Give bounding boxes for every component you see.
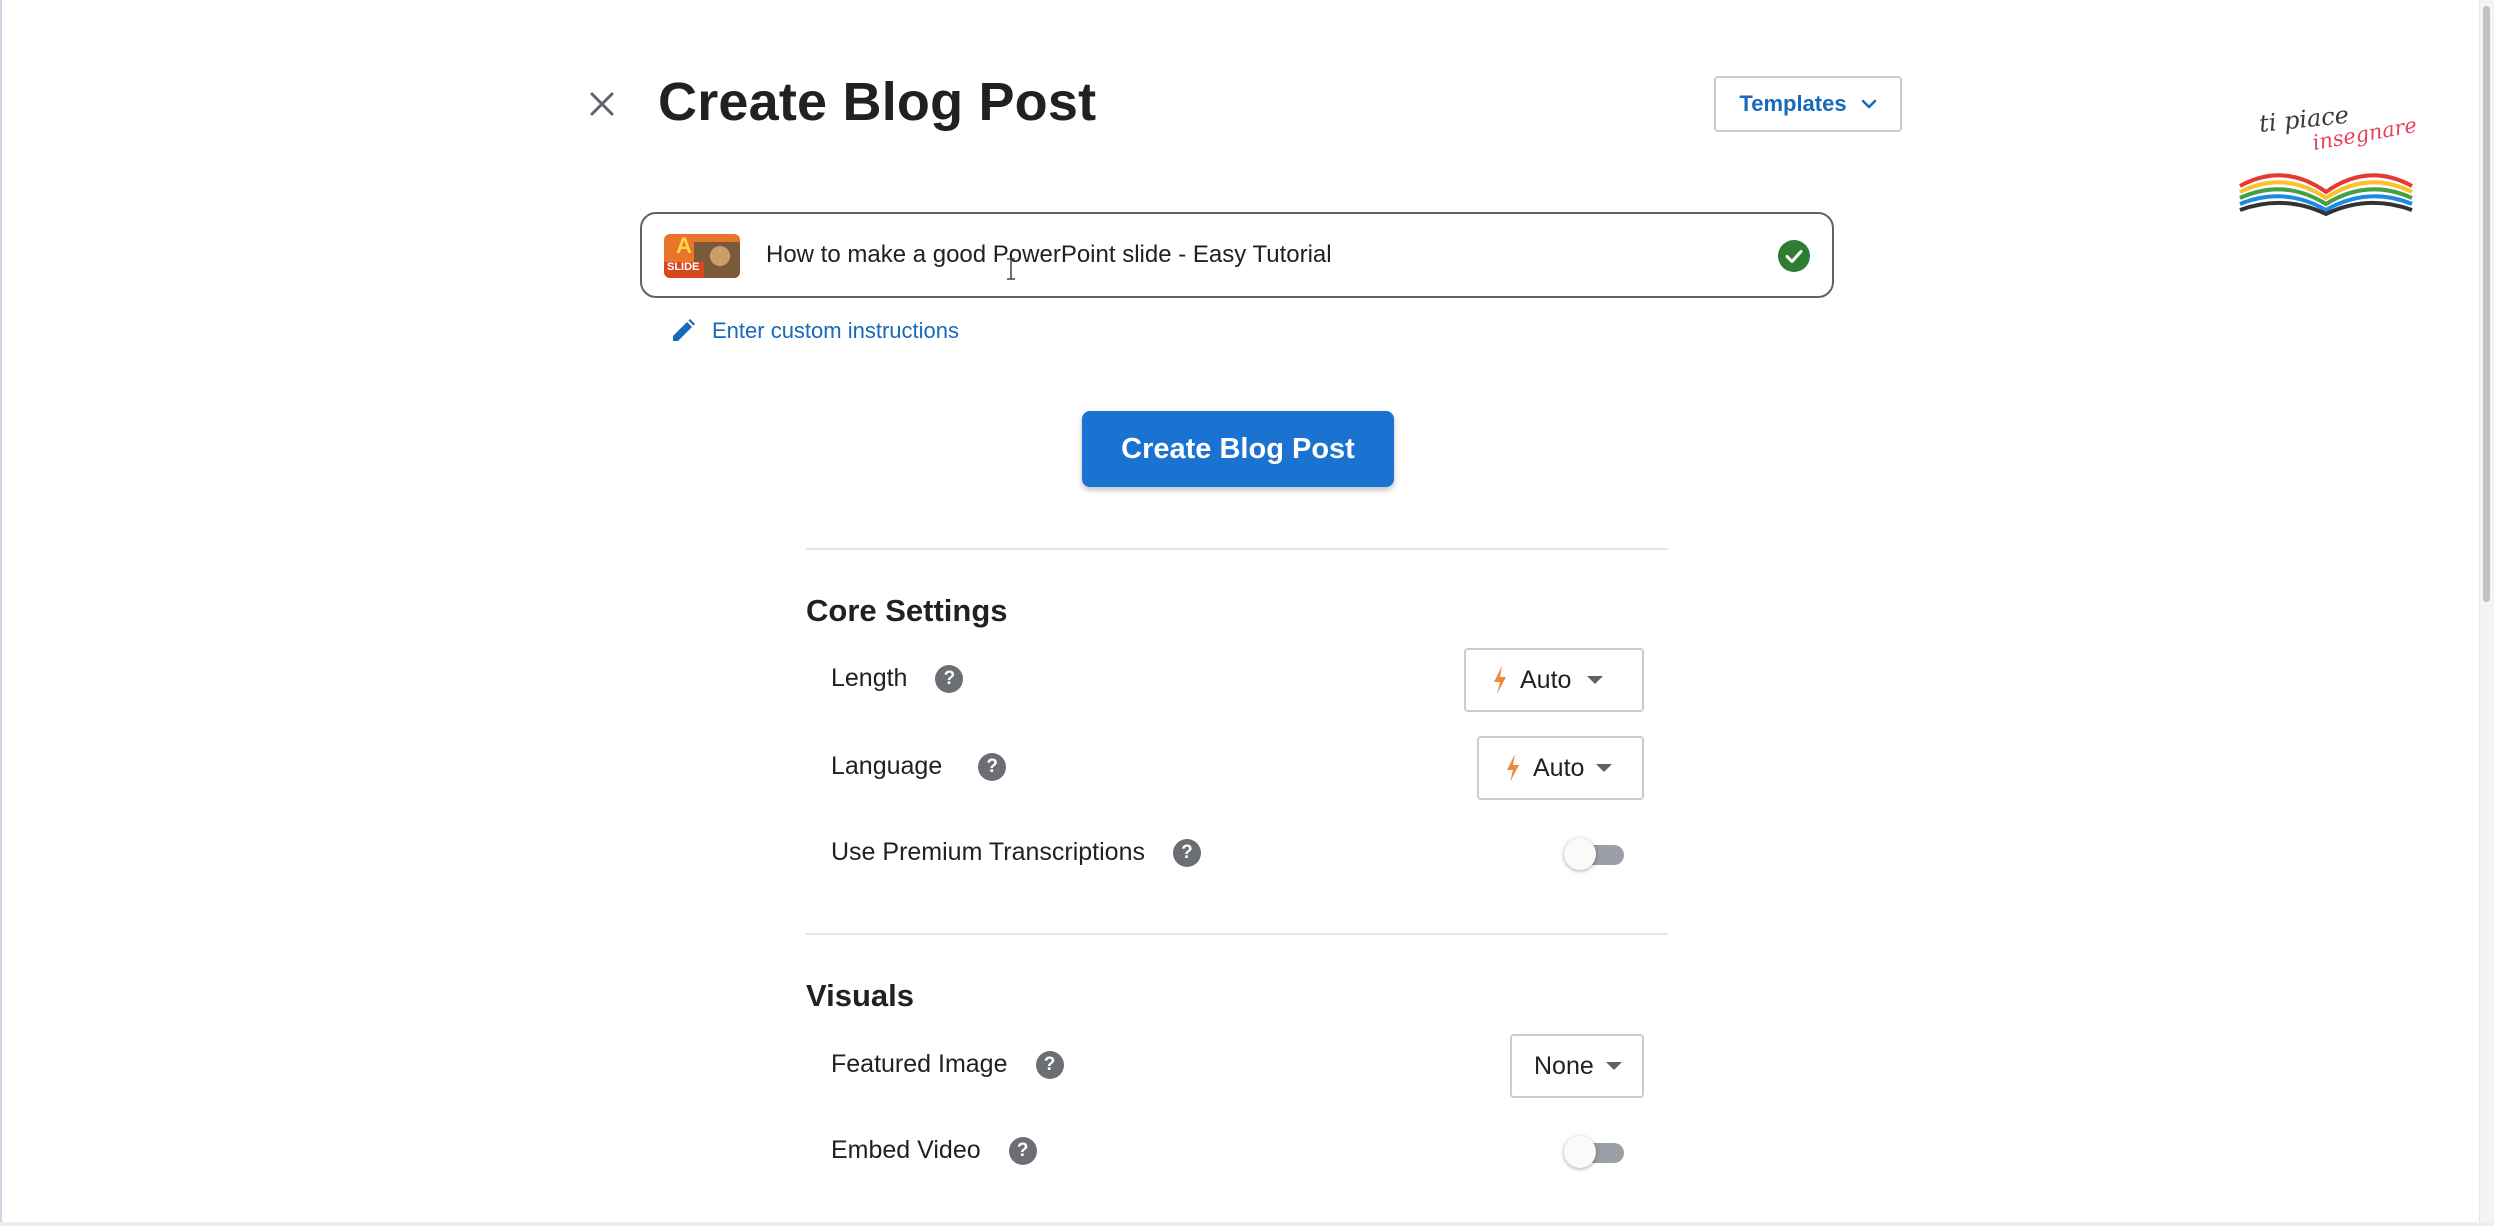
toggle-knob: [1564, 1136, 1596, 1168]
embed-video-row-label: Embed Video ?: [831, 1136, 1037, 1165]
language-value: Auto: [1533, 753, 1585, 782]
page: Create Blog Post Templates ti piace inse…: [0, 0, 2494, 1226]
length-value: Auto: [1520, 665, 1572, 694]
pencil-icon: [673, 319, 695, 341]
video-thumbnail: A SLIDE: [664, 234, 740, 278]
core-settings-heading: Core Settings: [806, 593, 1008, 628]
language-row-label: Language ?: [831, 752, 1007, 781]
check-circle-icon: [1778, 240, 1810, 272]
featured-image-label: Featured Image: [831, 1050, 1008, 1078]
length-select[interactable]: Auto: [1464, 648, 1644, 712]
scrollbar[interactable]: [2479, 0, 2494, 1226]
thumbnail-text-bottom: SLIDE: [667, 261, 700, 273]
close-button[interactable]: [582, 84, 622, 124]
premium-transcriptions-toggle[interactable]: [1564, 838, 1626, 870]
templates-dropdown-button[interactable]: Templates: [1714, 76, 1902, 132]
caret-down-icon: [1605, 1062, 1622, 1070]
text-cursor-icon: [1007, 258, 1015, 280]
length-row-label: Length ?: [831, 664, 964, 693]
toggle-knob: [1564, 838, 1596, 870]
scrollbar-thumb[interactable]: [2483, 6, 2490, 602]
premium-row-label: Use Premium Transcriptions ?: [831, 838, 1201, 867]
custom-instructions-link[interactable]: Enter custom instructions: [670, 318, 959, 344]
caret-down-icon: [1587, 676, 1604, 684]
embed-video-help-icon[interactable]: ?: [1008, 1136, 1037, 1165]
embed-video-toggle[interactable]: [1564, 1136, 1626, 1168]
page-title: Create Blog Post: [658, 72, 1097, 132]
premium-help-icon[interactable]: ?: [1172, 838, 1201, 867]
video-url-input[interactable]: A SLIDE How to make a good PowerPoint sl…: [640, 212, 1834, 298]
window-edge: [0, 0, 2, 1226]
featured-image-value: None: [1534, 1051, 1594, 1080]
close-icon: [590, 92, 614, 116]
language-label: Language: [831, 752, 943, 780]
featured-image-row-label: Featured Image ?: [831, 1050, 1064, 1079]
featured-image-select[interactable]: None: [1510, 1034, 1644, 1098]
language-select[interactable]: Auto: [1477, 736, 1644, 800]
video-title: How to make a good PowerPoint slide - Ea…: [766, 241, 1332, 268]
brand-logo: ti piace insegnare: [2234, 100, 2419, 217]
chevron-down-icon: [1861, 99, 1876, 109]
section-divider: [806, 933, 1668, 935]
embed-video-label: Embed Video: [831, 1136, 981, 1164]
length-help-icon[interactable]: ?: [935, 664, 964, 693]
visuals-heading: Visuals: [806, 978, 915, 1013]
featured-image-help-icon[interactable]: ?: [1035, 1050, 1064, 1079]
create-blog-post-button[interactable]: Create Blog Post: [1082, 411, 1394, 487]
premium-label: Use Premium Transcriptions: [831, 838, 1145, 866]
language-help-icon[interactable]: ?: [978, 752, 1007, 781]
bolt-icon: [1507, 754, 1519, 782]
caret-down-icon: [1596, 764, 1613, 772]
templates-label: Templates: [1739, 91, 1847, 116]
length-label: Length: [831, 664, 908, 692]
bolt-icon: [1494, 666, 1506, 694]
thumbnail-text-top: A: [676, 234, 692, 258]
window-bottom-edge: [0, 1222, 2494, 1226]
section-divider: [806, 548, 1668, 550]
custom-instructions-label: Enter custom instructions: [712, 318, 959, 343]
